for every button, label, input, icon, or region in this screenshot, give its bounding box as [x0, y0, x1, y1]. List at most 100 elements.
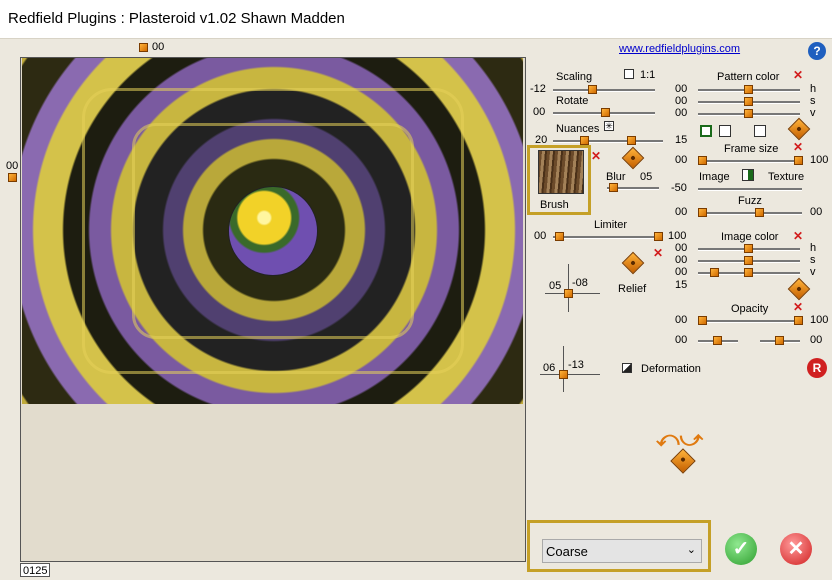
deformation-pad-vline: [563, 346, 564, 392]
quality-select[interactable]: Coarse ⌄: [542, 539, 702, 563]
image-color-random-icon[interactable]: [787, 277, 811, 301]
deformation-pad-hline: [540, 374, 600, 375]
frame-size-thumb-left[interactable]: [698, 156, 707, 165]
pattern-s-thumb[interactable]: [744, 97, 753, 106]
fuzz-label: Fuzz: [738, 195, 762, 207]
fuzz-slider[interactable]: [698, 208, 802, 217]
pattern-option-3[interactable]: [754, 125, 766, 137]
pattern-v-slider[interactable]: [698, 109, 800, 118]
randomize-all-icon[interactable]: [670, 448, 696, 474]
title-bar: Redfield Plugins : Plasteroid v1.02 Shaw…: [0, 0, 832, 39]
pattern-color-label: Pattern color: [717, 71, 780, 83]
image-color-label: Image color: [721, 231, 779, 243]
limiter-random-icon[interactable]: [621, 251, 645, 275]
ok-button[interactable]: ✓: [725, 533, 757, 565]
fuzz-thumb-left[interactable]: [698, 208, 707, 217]
image-h-slider[interactable]: [698, 244, 800, 253]
one-to-one-checkbox[interactable]: [624, 69, 634, 79]
deformation-pad-thumb[interactable]: [559, 370, 568, 379]
scaling-thumb[interactable]: [588, 85, 597, 94]
pattern-option-2[interactable]: [719, 125, 731, 137]
frame-size-clear-icon[interactable]: ✕: [793, 140, 803, 154]
opacity-slider[interactable]: [698, 316, 803, 325]
limiter-thumb-left[interactable]: [555, 232, 564, 241]
frame-size-left-value: 00: [675, 154, 688, 166]
image-v-label: v: [810, 266, 816, 278]
deformation-label: Deformation: [641, 363, 701, 375]
image-s-thumb[interactable]: [744, 256, 753, 265]
brush-random-icon[interactable]: [621, 146, 645, 170]
one-to-one-label: 1:1: [640, 69, 656, 81]
quality-selected-value: Coarse: [546, 544, 588, 559]
image-h-thumb[interactable]: [744, 244, 753, 253]
nuances-thumb-right[interactable]: [627, 136, 636, 145]
blur-slider[interactable]: [607, 183, 659, 192]
limiter-thumb-right[interactable]: [654, 232, 663, 241]
rotate-slider[interactable]: [553, 108, 655, 117]
relief-pad-thumb[interactable]: [564, 289, 573, 298]
deformation-toggle[interactable]: [622, 363, 632, 373]
pattern-color-clear-icon[interactable]: ✕: [793, 68, 803, 82]
canvas-top-handle[interactable]: [139, 43, 148, 52]
pattern-h-thumb[interactable]: [744, 85, 753, 94]
image-texture-toggle[interactable]: [742, 169, 754, 181]
opacity-row2-slider-right[interactable]: [760, 336, 800, 345]
frame-size-slider[interactable]: [698, 156, 803, 165]
frame-size-thumb-right[interactable]: [794, 156, 803, 165]
frame-size-label: Frame size: [724, 143, 779, 155]
scaling-slider[interactable]: [553, 85, 655, 94]
pattern-s-value: 00: [675, 95, 688, 107]
cancel-button[interactable]: ✕: [780, 533, 812, 565]
brush-label: Brush: [540, 199, 569, 211]
undo-redo-arrows-icon[interactable]: ⤺⤻: [656, 426, 703, 452]
nuances-slider[interactable]: [553, 136, 663, 145]
pattern-h-slider[interactable]: [698, 85, 800, 94]
image-v-slider[interactable]: [698, 268, 800, 277]
image-s-value: 00: [675, 254, 688, 266]
pattern-random-icon[interactable]: [787, 117, 811, 141]
pattern-v-thumb[interactable]: [744, 109, 753, 118]
preview-image[interactable]: [22, 58, 523, 404]
image-v-thumb-right[interactable]: [744, 268, 753, 277]
blur-thumb[interactable]: [609, 183, 618, 192]
rotate-thumb[interactable]: [601, 108, 610, 117]
deformation-x-value: 06: [543, 362, 556, 374]
opacity-row2-thumb-right[interactable]: [775, 336, 784, 345]
zoom-readout: 0125: [20, 563, 50, 577]
nuances-thumb-left[interactable]: [580, 136, 589, 145]
redfield-link[interactable]: www.redfieldplugins.com: [619, 43, 740, 55]
opacity-thumb-left[interactable]: [698, 316, 707, 325]
scaling-value: -12: [530, 83, 546, 95]
image-h-label: h: [810, 242, 817, 254]
brush-swatch[interactable]: [538, 150, 584, 194]
pattern-s-label: s: [810, 95, 816, 107]
opacity-row2-left-value: 00: [675, 334, 688, 346]
canvas-top-value: 00: [152, 41, 165, 53]
blur-value: 05: [640, 171, 653, 183]
canvas-left-handle[interactable]: [8, 173, 17, 182]
limiter-left-value: 00: [534, 230, 547, 242]
help-icon[interactable]: ?: [808, 42, 826, 60]
scaling-label: Scaling: [556, 71, 593, 83]
image-color-clear-icon[interactable]: ✕: [793, 229, 803, 243]
limiter-slider[interactable]: [553, 232, 663, 241]
image-s-slider[interactable]: [698, 256, 800, 265]
image-s-label: s: [810, 254, 816, 266]
reset-button[interactable]: R: [807, 358, 827, 378]
image-v-thumb-left[interactable]: [710, 268, 719, 277]
opacity-row2-thumb-left[interactable]: [713, 336, 722, 345]
image-v-value: 00: [675, 266, 688, 278]
pattern-option-1[interactable]: [700, 125, 712, 137]
limiter-label: Limiter: [594, 219, 628, 231]
opacity-clear-icon[interactable]: ✕: [793, 300, 803, 314]
opacity-row2-right-value: 00: [810, 334, 823, 346]
window-title: Redfield Plugins : Plasteroid v1.02 Shaw…: [8, 10, 345, 27]
pattern-s-slider[interactable]: [698, 97, 800, 106]
image-texture-slider[interactable]: [698, 188, 802, 191]
limiter-clear-icon[interactable]: ✕: [653, 246, 663, 260]
fuzz-thumb-right[interactable]: [755, 208, 764, 217]
opacity-row2-slider-left[interactable]: [698, 336, 738, 345]
opacity-thumb-right[interactable]: [794, 316, 803, 325]
brush-clear-icon[interactable]: ✕: [591, 149, 601, 163]
nuances-toggle-icon[interactable]: ✳: [604, 121, 614, 131]
